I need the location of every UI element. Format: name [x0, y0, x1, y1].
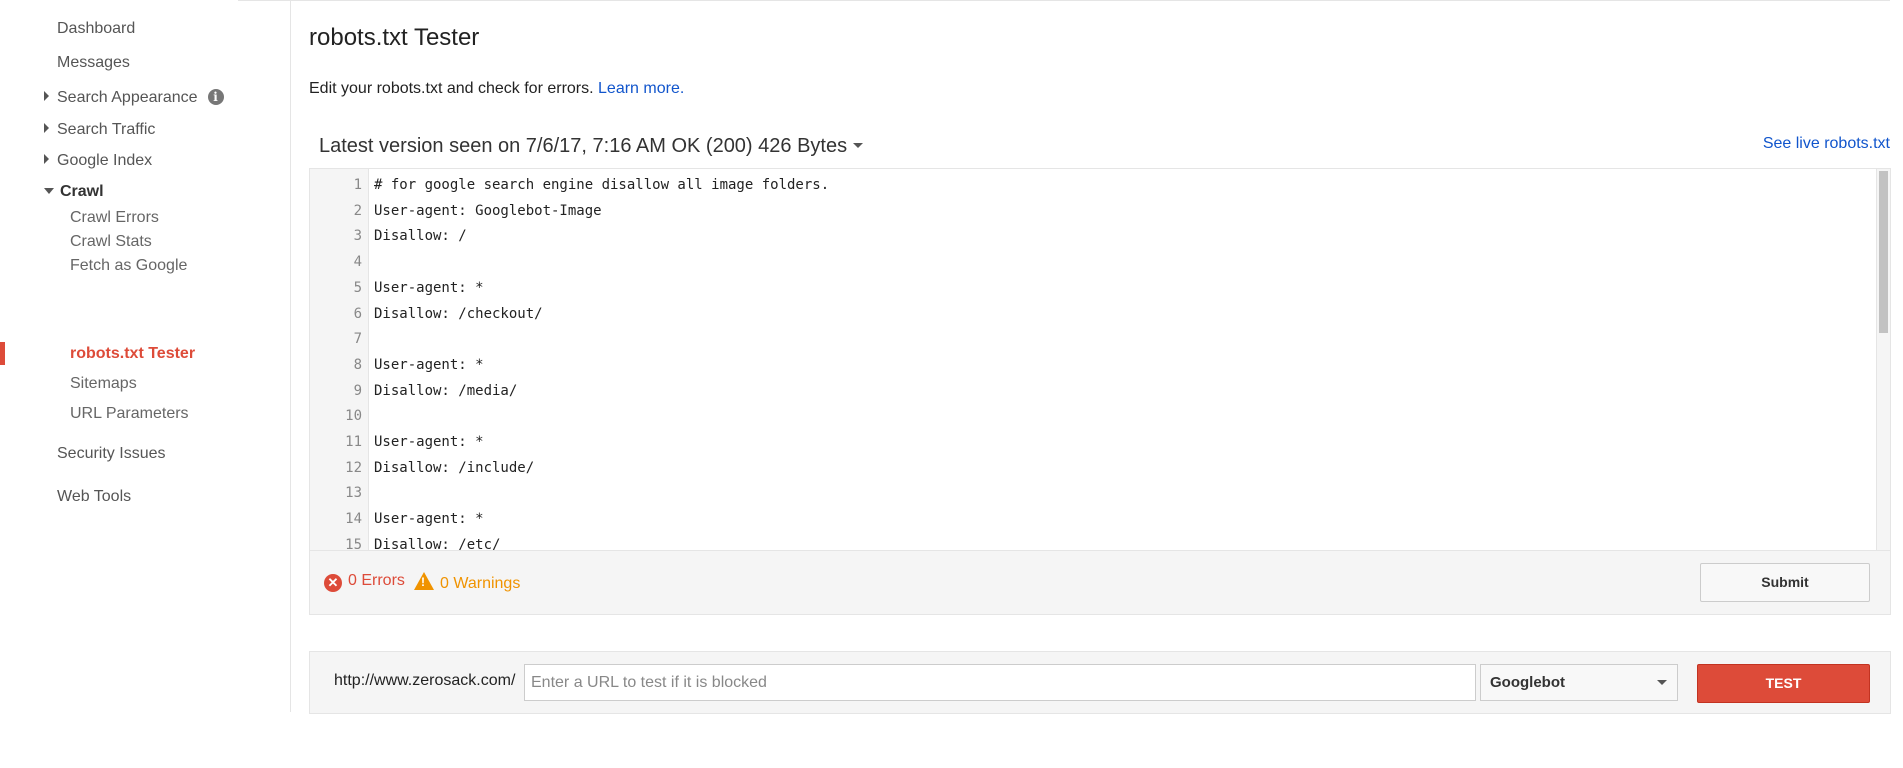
sidebar-item-dashboard[interactable]: Dashboard [57, 20, 135, 38]
page-description: Edit your robots.txt and check for error… [309, 80, 684, 98]
sidebar-item-security-issues[interactable]: Security Issues [57, 445, 165, 463]
line-text: User-agent: * [374, 356, 484, 373]
sidebar-item-web-tools[interactable]: Web Tools [57, 488, 131, 506]
triangle-right-icon [44, 91, 49, 101]
line-text: Disallow: / [374, 228, 467, 245]
line-number: 9 [353, 382, 362, 399]
line-number: 15 [345, 536, 362, 551]
user-agent-select[interactable]: Googlebot [1480, 664, 1678, 701]
line-number: 6 [353, 305, 362, 322]
info-icon[interactable]: i [207, 89, 224, 105]
sidebar-subitem-url-parameters[interactable]: URL Parameters [70, 405, 189, 423]
chevron-down-icon [1657, 680, 1667, 685]
sidebar-subitem-robots-txt-tester[interactable]: robots.txt Tester [70, 345, 195, 363]
editor-scrollbar[interactable] [1876, 169, 1890, 551]
triangle-right-icon [44, 154, 49, 164]
line-number: 11 [345, 434, 362, 450]
error-icon: ✕ [324, 574, 342, 592]
sidebar-item-crawl[interactable]: Crawl [44, 183, 104, 201]
triangle-down-icon [44, 188, 54, 194]
active-indicator [0, 342, 5, 365]
line-text: User-agent: * [374, 434, 484, 450]
line-number: 3 [353, 228, 362, 245]
test-button[interactable]: TEST [1697, 664, 1870, 703]
line-text: Disallow: /checkout/ [374, 305, 543, 322]
test-url-input[interactable] [524, 664, 1476, 701]
url-test-bar: http://www.zerosack.com/ Googlebot TEST [309, 651, 1891, 714]
line-number: 14 [345, 511, 362, 528]
line-text: User-agent: * [374, 511, 484, 528]
errors-count[interactable]: ✕ 0 Errors [324, 572, 405, 592]
scrollbar-thumb[interactable] [1879, 171, 1888, 333]
line-text: Disallow: /etc/ [374, 536, 501, 551]
line-number: 13 [345, 485, 362, 502]
dropdown-caret-icon [853, 143, 864, 148]
sidebar-item-search-appearance[interactable]: Search Appearance i [44, 89, 224, 107]
version-label: Latest version seen on 7/6/17, 7:16 AM O… [319, 135, 848, 157]
line-number: 1 [353, 177, 362, 193]
line-number: 5 [353, 279, 362, 296]
submit-button[interactable]: Submit [1700, 563, 1870, 602]
line-number: 7 [353, 331, 362, 348]
sidebar-item-label: Google Index [57, 152, 153, 169]
sidebar-item-google-index[interactable]: Google Index [44, 152, 152, 170]
line-text: User-agent: Googlebot-Image [374, 202, 602, 219]
warnings-count[interactable]: ! 0 Warnings [414, 572, 520, 593]
url-prefix: http://www.zerosack.com/ [334, 672, 516, 689]
robots-editor[interactable]: 1 # for google search engine disallow all… [309, 168, 1891, 551]
line-number: 8 [353, 356, 362, 373]
warnings-label: 0 Warnings [440, 575, 521, 592]
errors-label: 0 Errors [348, 572, 405, 589]
sidebar-subitem-fetch-as-google[interactable]: Fetch as Google [70, 257, 187, 275]
sidebar-subitem-crawl-stats[interactable]: Crawl Stats [70, 233, 152, 251]
sidebar-subitem-crawl-errors[interactable]: Crawl Errors [70, 209, 159, 227]
line-number: 10 [345, 408, 362, 425]
see-live-robots-link[interactable]: See live robots.txt [1763, 135, 1890, 153]
sidebar-item-label: Search Traffic [57, 121, 156, 138]
line-text: Disallow: /include/ [374, 459, 535, 476]
sidebar-item-label: Search Appearance [57, 89, 198, 106]
sidebar-item-search-traffic[interactable]: Search Traffic [44, 121, 155, 139]
sidebar-item-messages[interactable]: Messages [57, 54, 130, 72]
version-dropdown[interactable]: Latest version seen on 7/6/17, 7:16 AM O… [319, 135, 864, 158]
page-title: robots.txt Tester [309, 24, 480, 51]
user-agent-value: Googlebot [1490, 674, 1565, 691]
sidebar-item-label: Crawl [60, 183, 104, 200]
line-text: Disallow: /media/ [374, 382, 518, 399]
top-divider [238, 0, 1890, 1]
line-number: 4 [353, 254, 362, 271]
learn-more-link[interactable]: Learn more. [598, 80, 684, 97]
sidebar-subitem-sitemaps[interactable]: Sitemaps [70, 375, 137, 393]
line-text: User-agent: * [374, 279, 484, 296]
line-number: 2 [353, 202, 362, 219]
description-text: Edit your robots.txt and check for error… [309, 80, 594, 97]
status-bar: ✕ 0 Errors ! 0 Warnings Submit [309, 550, 1891, 615]
sidebar: Dashboard Messages Search Appearance i Se… [0, 0, 291, 712]
line-number: 12 [345, 459, 362, 476]
line-text: # for google search engine disallow all … [374, 177, 830, 193]
warning-icon: ! [414, 572, 434, 590]
triangle-right-icon [44, 123, 49, 133]
